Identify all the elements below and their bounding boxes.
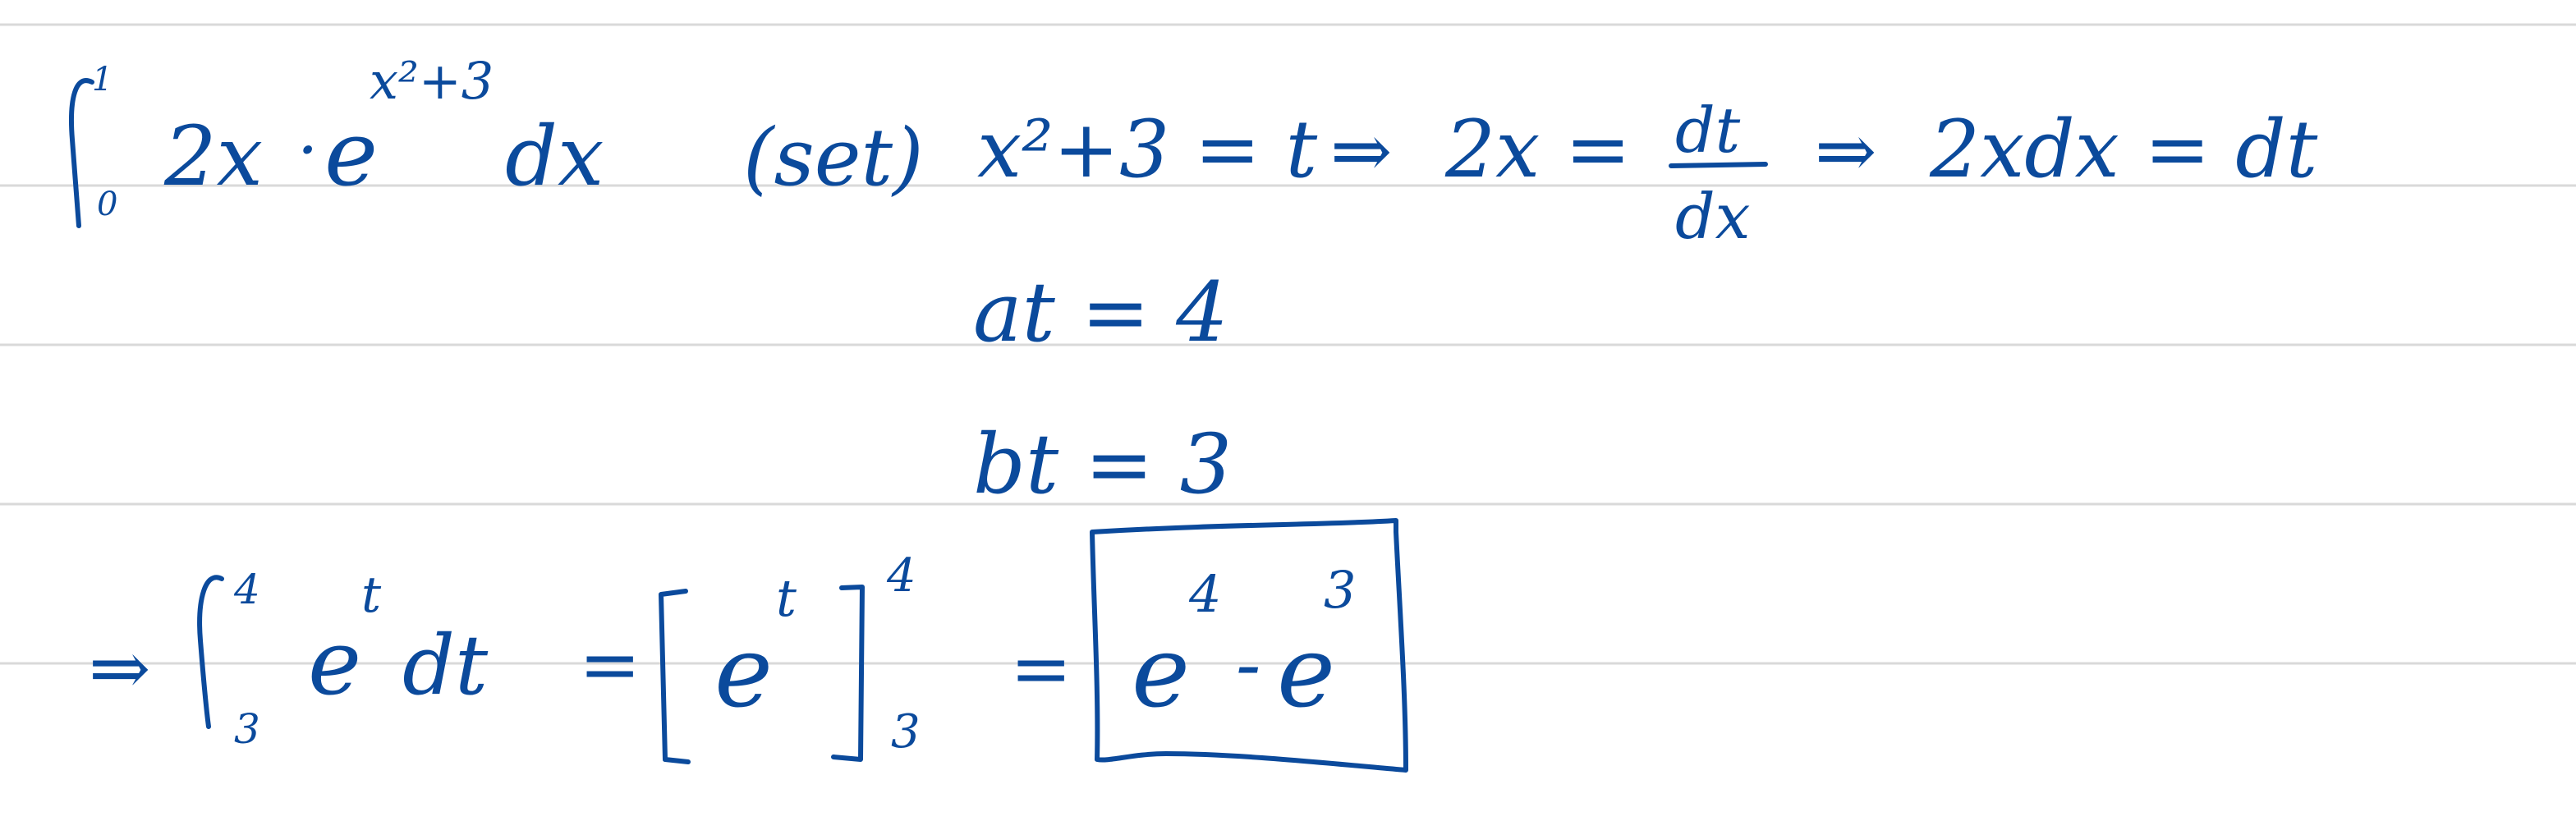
equals-sign: = — [1010, 626, 1072, 712]
upper-limit-value: at = 4 — [973, 264, 1228, 360]
handwriting-layer: 1 0 2x · e x²+3 dx (set) x²+3 = t ⇒ 2x =… — [69, 51, 2318, 773]
set-label: (set) — [743, 112, 924, 204]
answer-base-2: e — [1277, 616, 1335, 730]
integral-upper-limit: 1 — [92, 61, 112, 99]
integrand-base: e — [308, 610, 361, 715]
derivative-denominator: dx — [1675, 180, 1751, 253]
bracket-exponent: t — [776, 568, 797, 628]
integral-lower-limit: 3 — [234, 705, 260, 753]
fraction-bar — [1669, 162, 1768, 168]
implies-arrow: ⇒ — [89, 626, 150, 712]
integral-sign — [197, 575, 224, 729]
left-bracket — [659, 589, 691, 764]
multiplication-dot: · — [297, 112, 318, 188]
exponential-base: e — [324, 101, 378, 206]
integral-lower-limit: 0 — [97, 186, 117, 223]
bracket-upper-limit: 4 — [886, 549, 916, 603]
integrand-exponent: t — [361, 566, 382, 624]
answer-base-1: e — [1132, 616, 1190, 730]
answer-exponent-1: 4 — [1188, 564, 1221, 624]
implies-arrow: ⇒ — [1815, 108, 1876, 195]
derivative-lhs: 2x = — [1444, 103, 1631, 195]
answer-minus: - — [1236, 621, 1260, 708]
equals-sign: = — [579, 621, 641, 708]
implies-arrow: ⇒ — [1330, 108, 1392, 195]
derivative-numerator: dt — [1675, 94, 1741, 167]
handwritten-note-page: 1 0 2x · e x²+3 dx (set) x²+3 = t ⇒ 2x =… — [0, 0, 2576, 821]
differential-dt: dt — [402, 617, 489, 713]
integral-upper-limit: 4 — [233, 566, 260, 613]
differential-dx: dx — [505, 108, 604, 204]
integral-sign — [69, 78, 94, 228]
integrand-factor: 2x — [163, 108, 263, 204]
exponent: x²+3 — [370, 51, 494, 111]
right-bracket — [831, 585, 865, 762]
substitution: x²+3 = t — [977, 103, 1318, 195]
bracket-lower-limit: 3 — [891, 705, 921, 759]
lower-limit-value: bt = 3 — [973, 416, 1232, 512]
substitution-result: 2xdx = dt — [1929, 103, 2318, 195]
bracket-base: e — [714, 616, 773, 730]
answer-exponent-2: 3 — [1324, 560, 1356, 620]
